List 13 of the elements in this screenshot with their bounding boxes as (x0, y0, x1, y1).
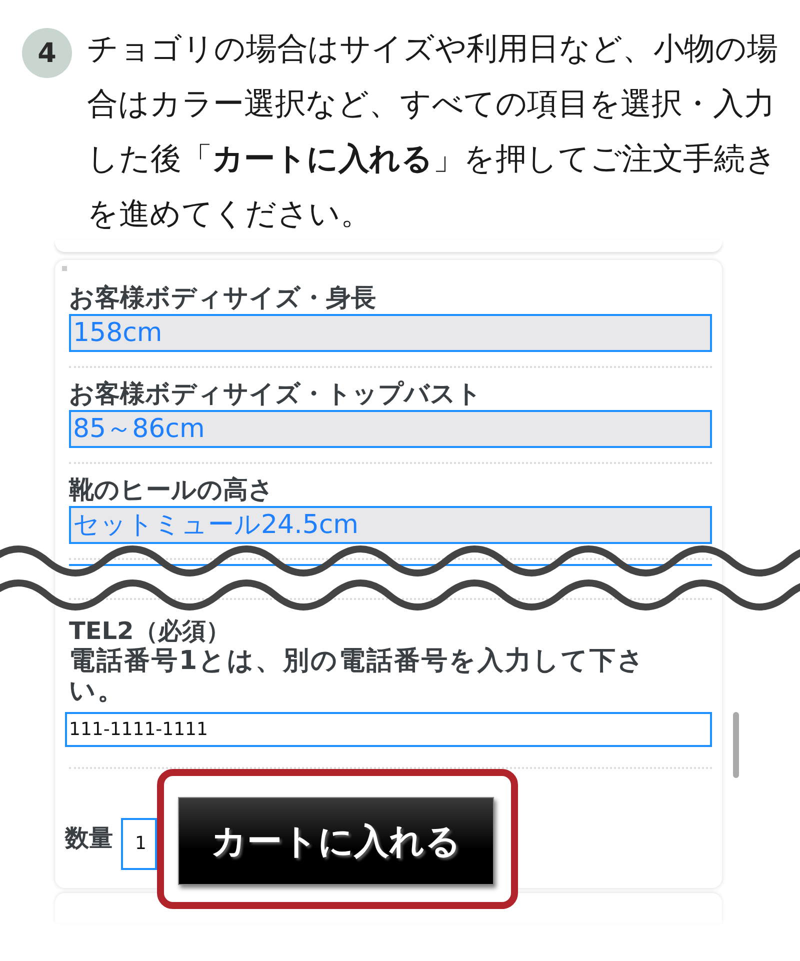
input-field[interactable]: 111-1111-1111 (65, 712, 712, 747)
quantity-field[interactable]: 1 (121, 818, 157, 870)
field-label: 靴のヒールの高さ (69, 474, 275, 506)
step-number: 4 (22, 28, 72, 78)
field-note: 電話番号1とは、別の電話番号を入力して下さい。 (69, 646, 647, 706)
field-label: お客様ボディサイズ・トップバスト (69, 378, 483, 410)
add-to-cart-button[interactable]: カートに入れる (178, 797, 494, 885)
instruction-text: チョゴリの場合はサイズや利用日など、小物の場合はカラー選択など、すべての項目を選択・入力した後「カートに入れる」を押してご注文手続きを進めてください。 (87, 30, 779, 234)
square-icon (62, 266, 67, 271)
field-label: お客様ボディサイズ・身長 (69, 282, 377, 314)
quantity-label: 数量 (65, 823, 113, 854)
field-label: TEL2（必須） (69, 616, 231, 646)
scrollbar[interactable] (733, 712, 739, 778)
